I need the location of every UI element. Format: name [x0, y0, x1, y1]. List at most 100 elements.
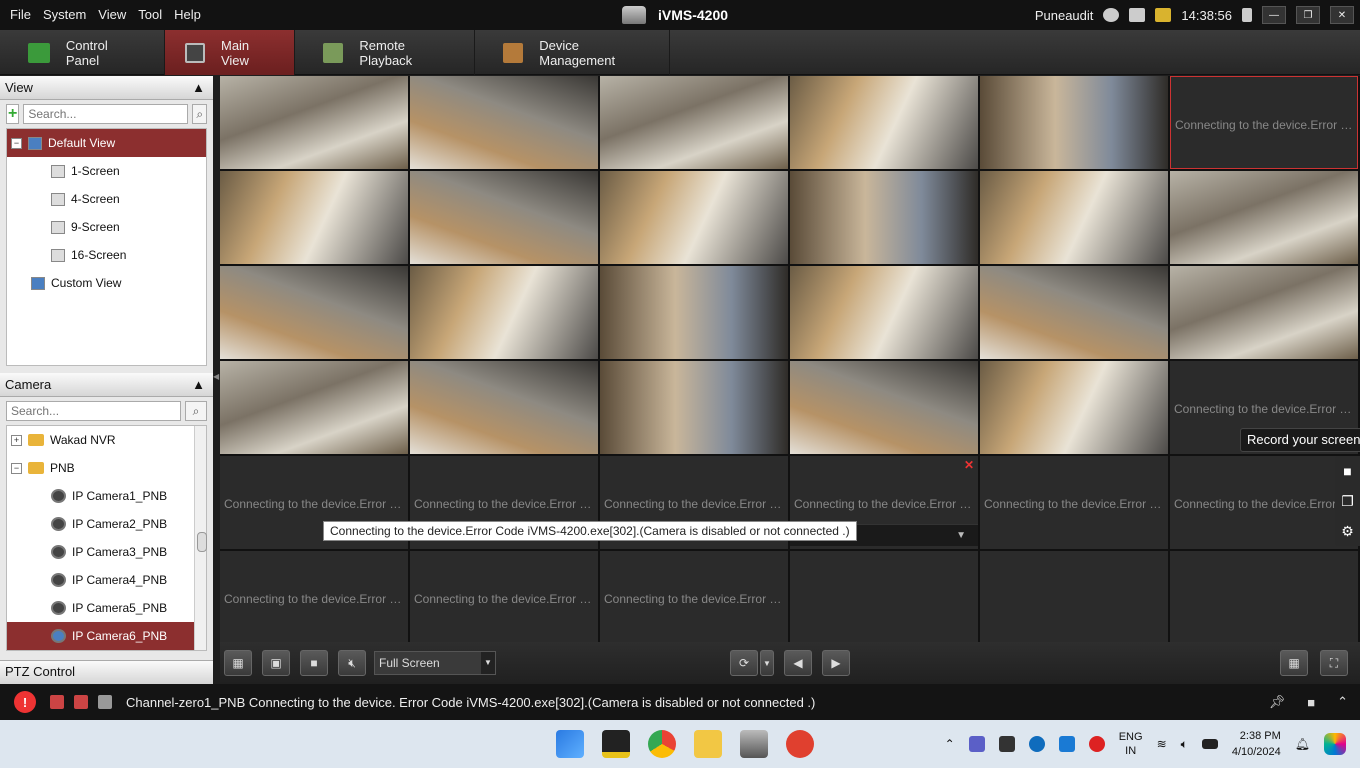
view-search-input[interactable]	[23, 104, 189, 124]
menu-view[interactable]: View	[92, 0, 132, 30]
screenshot-icon[interactable]: ❐	[1340, 493, 1356, 509]
event-icon[interactable]	[74, 695, 88, 709]
view-item-default[interactable]: − Default View	[7, 129, 206, 157]
refresh-dropdown-icon[interactable]: ▼	[760, 650, 774, 676]
menu-file[interactable]: File	[4, 0, 37, 30]
fullscreen-icon[interactable]: ⛶	[1320, 650, 1348, 676]
audio-icon[interactable]	[98, 695, 112, 709]
tab-main-view[interactable]: Main View	[165, 30, 295, 75]
view-item-4-screen[interactable]: 4-Screen	[7, 185, 206, 213]
expand-icon[interactable]: +	[11, 434, 22, 446]
minimize-button[interactable]: —	[1262, 6, 1286, 24]
collapse-up-icon[interactable]: ▲	[192, 80, 205, 95]
stop-all-icon[interactable]: ■	[300, 650, 328, 676]
video-cell[interactable]	[980, 76, 1168, 169]
camera-item[interactable]: IP Camera5_PNB	[7, 594, 206, 622]
ram-icon[interactable]	[1155, 8, 1172, 22]
video-cell[interactable]	[600, 361, 788, 454]
expand-up-icon[interactable]: ⌃	[1337, 694, 1348, 710]
scrollbar-thumb[interactable]	[197, 532, 207, 552]
video-cell[interactable]	[410, 76, 598, 169]
maximize-icon[interactable]: ■	[1307, 695, 1315, 710]
camera-panel-header[interactable]: Camera ▲	[0, 373, 213, 397]
collapse-icon[interactable]: −	[11, 462, 22, 474]
video-cell[interactable]	[220, 171, 408, 264]
video-cell[interactable]	[220, 361, 408, 454]
chevron-up-icon[interactable]: ⌃	[945, 737, 955, 751]
camera-search-input[interactable]	[6, 401, 181, 421]
view-item-16-screen[interactable]: 16-Screen	[7, 241, 206, 269]
hdd-icon[interactable]	[1129, 8, 1146, 22]
menu-tool[interactable]: Tool	[132, 0, 168, 30]
video-cell-error[interactable]: Connecting to the device.Error Code iVMS…	[980, 456, 1168, 549]
onedrive-icon[interactable]	[1028, 736, 1045, 752]
video-cell-error[interactable]: Connecting to the device.Error Code iVMS…	[600, 551, 788, 644]
save-view-icon[interactable]: ▦	[224, 650, 252, 676]
video-cell[interactable]	[980, 361, 1168, 454]
video-cell[interactable]	[790, 266, 978, 359]
file-explorer-icon[interactable]	[694, 730, 722, 758]
video-cell[interactable]	[1170, 171, 1358, 264]
chevron-down-icon[interactable]: ▼	[481, 652, 495, 674]
video-camera-icon[interactable]: ■	[1340, 463, 1356, 479]
copilot-icon[interactable]	[1324, 733, 1346, 755]
video-cell[interactable]	[1170, 266, 1358, 359]
collapse-icon[interactable]: −	[11, 137, 22, 149]
username[interactable]: Puneaudit	[1035, 8, 1094, 23]
video-cell[interactable]	[220, 76, 408, 169]
ptz-control-header[interactable]: PTZ Control	[0, 660, 213, 684]
video-cell-error[interactable]: Connecting to the device.Error Code iVMS…	[410, 551, 598, 644]
refresh-icon[interactable]: ⟳	[730, 650, 758, 676]
video-cell-error[interactable]: Connecting to the device.Error Code iVMS…	[220, 551, 408, 644]
camera-item[interactable]: IP Camera4_PNB	[7, 566, 206, 594]
view-item-custom[interactable]: Custom View	[7, 269, 206, 297]
collapse-panel-icon[interactable]: ◀	[213, 372, 219, 384]
video-cell[interactable]	[600, 266, 788, 359]
tray-app-icon[interactable]	[998, 736, 1015, 752]
video-cell[interactable]	[410, 171, 598, 264]
video-cell-empty[interactable]	[1170, 551, 1358, 644]
battery-icon[interactable]	[1201, 739, 1218, 749]
camera-group-pnb[interactable]: − PNB	[7, 454, 206, 482]
add-view-button[interactable]: +	[6, 104, 20, 124]
chrome-icon[interactable]	[648, 730, 676, 758]
teams-icon[interactable]	[968, 736, 985, 752]
video-cell[interactable]	[980, 171, 1168, 264]
ivms-taskbar-icon[interactable]	[740, 730, 768, 758]
collapse-up-icon[interactable]: ▲	[192, 377, 205, 392]
view-item-1-screen[interactable]: 1-Screen	[7, 157, 206, 185]
restore-button[interactable]: ❐	[1296, 6, 1320, 24]
wps-office-icon[interactable]	[786, 730, 814, 758]
layout-icon[interactable]: ▣	[262, 650, 290, 676]
display-mode-select[interactable]: Full Screen ▼	[374, 651, 496, 675]
view-panel-header[interactable]: View ▲	[0, 76, 213, 100]
defender-icon[interactable]	[1058, 736, 1075, 752]
alarm-icon[interactable]	[50, 695, 64, 709]
volume-muted-icon[interactable]: 🔈︎	[1181, 737, 1188, 752]
camera-item[interactable]: IP Camera3_PNB	[7, 538, 206, 566]
video-cell[interactable]	[220, 266, 408, 359]
tab-device-management[interactable]: Device Management	[475, 30, 670, 75]
date-time[interactable]: 2:38 PM 4/10/2024	[1232, 728, 1281, 760]
wifi-icon[interactable]: ≋	[1157, 737, 1167, 751]
camera-item-selected[interactable]: IP Camera6_PNB	[7, 622, 206, 650]
notification-bell-icon[interactable]: 🔔︎	[1295, 737, 1310, 751]
pin-icon[interactable]: 📌︎	[1269, 694, 1286, 710]
video-cell[interactable]	[410, 266, 598, 359]
globe-icon[interactable]	[1103, 8, 1120, 22]
camera-tree-scrollbar[interactable]	[194, 426, 207, 650]
video-cell[interactable]	[790, 361, 978, 454]
lock-icon[interactable]	[1242, 8, 1252, 22]
previous-page-icon[interactable]: ◀	[784, 650, 812, 676]
video-cell-empty[interactable]	[980, 551, 1168, 644]
video-cell[interactable]	[600, 171, 788, 264]
start-icon[interactable]	[556, 730, 584, 758]
view-search-button[interactable]: ⌕	[192, 104, 207, 124]
camera-item[interactable]: IP Camera1_PNB	[7, 482, 206, 510]
video-cell[interactable]	[410, 361, 598, 454]
menu-help[interactable]: Help	[168, 0, 207, 30]
record-icon[interactable]	[1088, 736, 1105, 752]
camera-item[interactable]: IP Camera2_PNB	[7, 510, 206, 538]
gear-icon[interactable]: ⚙	[1340, 523, 1356, 539]
language-indicator[interactable]: ENG IN	[1119, 730, 1143, 758]
